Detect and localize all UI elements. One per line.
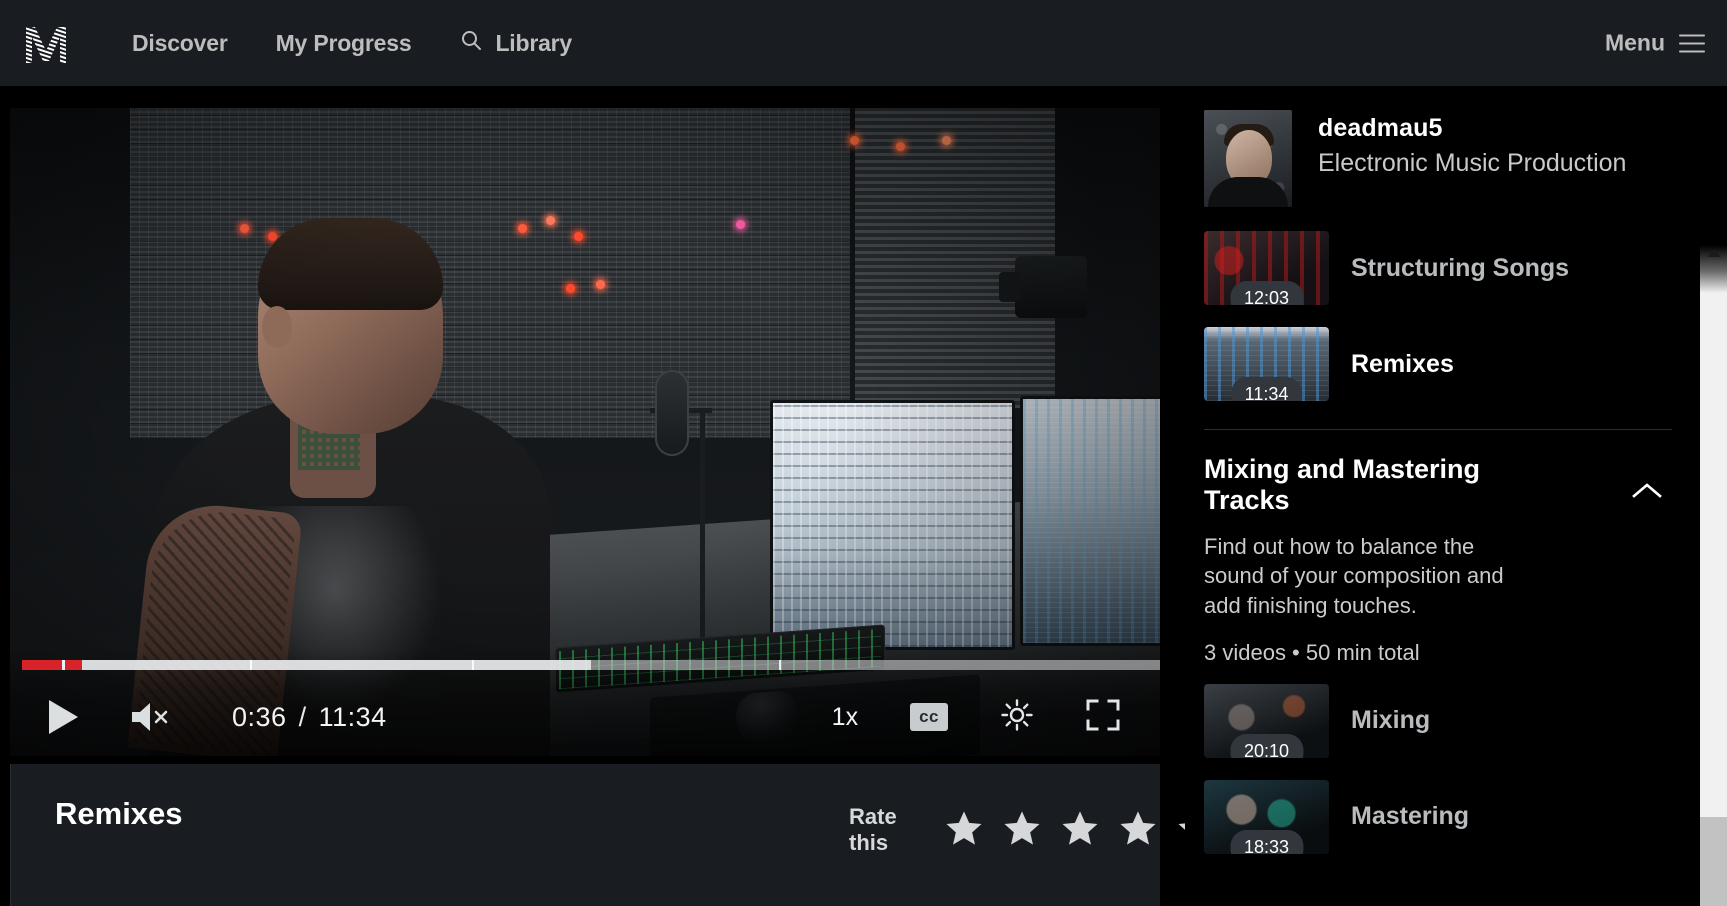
nav-item-discover-label: Discover (132, 29, 228, 56)
lesson-info-bar: Remixes Rate this (10, 764, 1214, 906)
star-icon[interactable] (1001, 808, 1043, 853)
player-controls: 0:36 / 11:34 1x cc (10, 648, 1160, 756)
chapter-meta: 3 videos • 50 min total (1204, 639, 1420, 665)
video-thumbnail: 12:03 (1204, 231, 1329, 305)
video-duration-badge: 11:34 (1230, 377, 1303, 401)
video-title: Remixes (1351, 349, 1454, 378)
fullscreen-icon (1086, 699, 1120, 736)
captions-label: cc (919, 707, 939, 726)
list-item[interactable]: 12:03 Structuring Songs (1204, 231, 1700, 305)
video-thumbnail: 18:33 (1204, 779, 1329, 854)
chapter-description: Find out how to balance the sound of you… (1204, 534, 1504, 618)
nav-item-my-progress-label: My Progress (275, 29, 412, 56)
progress-scrubber[interactable] (22, 660, 1160, 670)
captions-button[interactable]: cc (910, 703, 948, 731)
time-separator: / (298, 701, 307, 732)
main-nav: Discover My Progress Library (132, 28, 572, 58)
settings-button[interactable] (1000, 698, 1034, 737)
lesson-title: Remixes (55, 796, 183, 831)
progress-handle[interactable] (61, 660, 65, 670)
video-duration-badge: 12:03 (1229, 281, 1304, 305)
video-list-section: 20:10 Mixing 18:33 Mastering (1185, 683, 1700, 854)
nav-item-library[interactable]: Library (459, 28, 572, 58)
scroll-up-arrow-icon[interactable] (1706, 249, 1721, 257)
menu-label: Menu (1604, 29, 1665, 56)
scrollbar-thumb[interactable] (1700, 817, 1727, 906)
star-icon[interactable] (1059, 808, 1101, 853)
page-scrollbar[interactable] (1700, 245, 1727, 906)
video-title: Structuring Songs (1351, 253, 1570, 282)
video-title: Mastering (1351, 802, 1470, 831)
playback-speed-label: 1x (831, 702, 859, 731)
video-duration-badge: 20:10 (1229, 733, 1304, 758)
star-rating[interactable] (943, 808, 1217, 853)
fullscreen-button[interactable] (1086, 699, 1120, 736)
hamburger-icon (1679, 34, 1705, 52)
menu-button[interactable]: Menu (1605, 30, 1705, 57)
chapter-marker (249, 660, 252, 670)
chapter-section: Mixing and Mastering Tracks Find out how… (1185, 454, 1700, 666)
video-thumbnail: 11:34 (1204, 327, 1329, 401)
video-duration-badge: 18:33 (1229, 829, 1304, 854)
player-right-controls: 1x cc (832, 698, 1120, 737)
chapter-marker (471, 660, 474, 670)
app-root: Discover My Progress Library Menu 0:36 /… (0, 0, 1727, 906)
rate-this-label: Rate this (849, 804, 897, 855)
video-list-top: 12:03 Structuring Songs 11:34 Remixes (1185, 231, 1700, 401)
course-sidebar: deadmau5 Electronic Music Production 12:… (1185, 96, 1700, 906)
chevron-up-icon[interactable] (1632, 482, 1662, 505)
video-player[interactable]: 0:36 / 11:34 1x cc (10, 108, 1160, 756)
mute-toggle-button[interactable] (128, 700, 170, 734)
rating-widget: Rate this (849, 804, 1217, 856)
progress-buffered (22, 660, 591, 670)
search-icon (459, 28, 483, 58)
gear-icon (1000, 698, 1034, 737)
time-display: 0:36 / 11:34 (232, 702, 387, 733)
video-thumbnail: 20:10 (1204, 683, 1329, 758)
top-navigation-bar: Discover My Progress Library Menu (0, 0, 1727, 86)
star-icon[interactable] (1117, 808, 1159, 853)
playback-speed-button[interactable]: 1x (832, 703, 858, 732)
total-duration: 11:34 (318, 701, 387, 732)
chapter-title: Mixing and Mastering Tracks (1204, 454, 1481, 516)
list-item[interactable]: 11:34 Remixes (1204, 327, 1700, 401)
play-button[interactable] (46, 698, 80, 736)
video-title: Mixing (1351, 706, 1431, 735)
list-item[interactable]: 18:33 Mastering (1204, 779, 1700, 854)
avatar (1204, 110, 1292, 207)
progress-played (22, 660, 83, 670)
chapter-marker (778, 660, 781, 670)
star-icon[interactable] (943, 808, 985, 853)
list-item[interactable]: 20:10 Mixing (1204, 683, 1700, 758)
instructor-name: deadmau5 (1318, 114, 1443, 142)
instructor-header[interactable]: deadmau5 Electronic Music Production (1185, 96, 1700, 207)
current-time: 0:36 (232, 701, 287, 732)
instructor-subtitle: Electronic Music Production (1318, 149, 1627, 177)
masterclass-logo-icon[interactable] (20, 17, 72, 69)
nav-item-discover[interactable]: Discover (132, 30, 228, 57)
section-divider (1204, 429, 1672, 430)
nav-item-library-label: Library (495, 29, 573, 56)
nav-item-my-progress[interactable]: My Progress (276, 30, 412, 57)
